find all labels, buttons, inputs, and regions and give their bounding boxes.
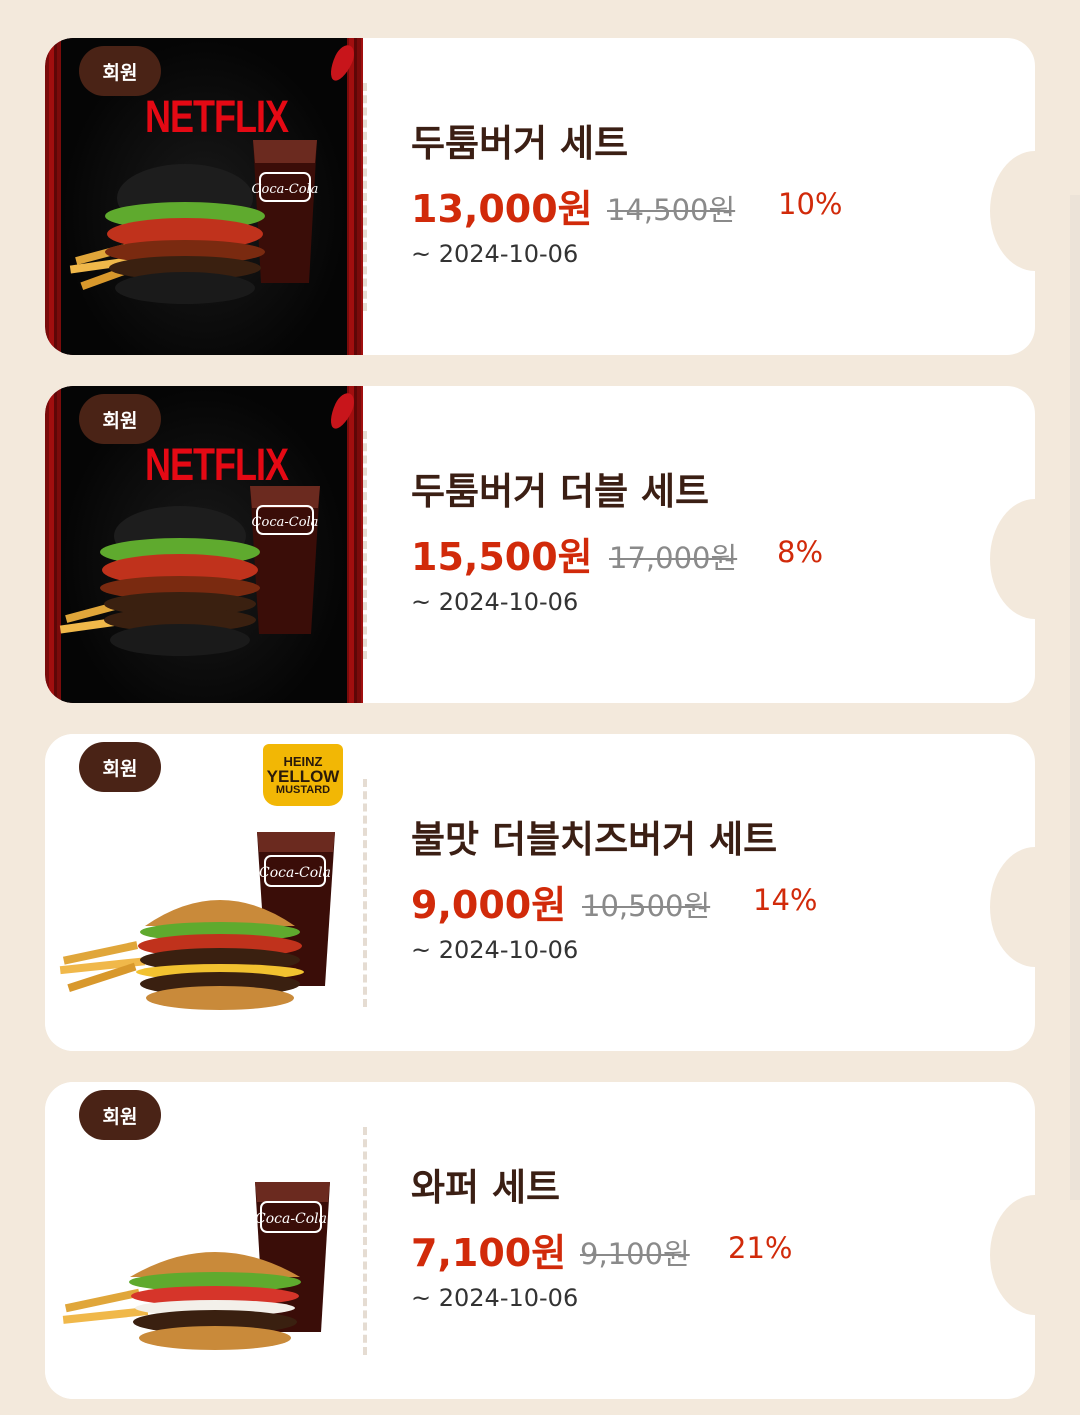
heinz-mustard-logo: HEINZ YELLOW MUSTARD	[263, 744, 343, 806]
sale-price: 13,000원	[411, 187, 593, 231]
ticket-divider	[363, 1127, 367, 1355]
coupon-image: 회원 NETFLIX Coca-Cola	[45, 38, 363, 355]
netflix-logo: NETFLIX	[145, 438, 289, 490]
discount-rate: 8%	[777, 535, 824, 569]
cheeseburger-icon	[136, 900, 304, 1010]
svg-text:Coca-Cola: Coca-Cola	[259, 865, 331, 881]
expiry-date: ~ 2024-10-06	[411, 1284, 579, 1312]
fries-icon	[59, 941, 146, 993]
ticket-divider	[363, 431, 367, 659]
cola-cup-icon: Coca-Cola	[250, 486, 320, 634]
coupon-title: 와퍼 세트	[411, 1166, 561, 1209]
netflix-logo: NETFLIX	[145, 90, 289, 142]
svg-text:Coca-Cola: Coca-Cola	[252, 182, 319, 197]
expiry-date: ~ 2024-10-06	[411, 588, 579, 616]
member-badge: 회원	[79, 394, 161, 444]
expiry-date: ~ 2024-10-06	[411, 936, 579, 964]
sale-price: 9,000원	[411, 883, 567, 927]
coupon-image: 회원 HEINZ YELLOW MUSTARD Coca-Cola	[45, 734, 363, 1051]
black-double-burger-icon	[100, 506, 260, 656]
discount-rate: 14%	[753, 883, 818, 917]
sale-price: 15,500원	[411, 535, 593, 579]
ticket-notch	[990, 151, 1035, 271]
cola-cup-icon: Coca-Cola	[252, 140, 319, 283]
ticket-notch	[990, 499, 1035, 619]
original-price: 10,500원	[582, 889, 711, 923]
coupon-card[interactable]: 회원 Coca-Cola 와퍼 세트 7,100원 9,100원 21% ~ 2…	[45, 1082, 1035, 1399]
ticket-notch	[990, 1195, 1035, 1315]
coupon-image: 회원 Coca-Cola	[45, 1082, 363, 1399]
sale-price: 7,100원	[411, 1231, 567, 1275]
member-badge: 회원	[79, 1090, 161, 1140]
member-badge: 회원	[79, 46, 161, 96]
coupon-title: 두툼버거 더블 세트	[411, 470, 710, 513]
coupon-image: 회원 NETFLIX Coca-Cola	[45, 386, 363, 703]
coupon-card[interactable]: 회원 NETFLIX Coca-Cola	[45, 38, 1035, 355]
coupon-title: 불맛 더블치즈버거 세트	[411, 818, 778, 861]
coupon-card[interactable]: 회원 NETFLIX Coca-Cola	[45, 386, 1035, 703]
coupon-card[interactable]: 회원 HEINZ YELLOW MUSTARD Coca-Cola 불맛 더블치…	[45, 734, 1035, 1051]
coupon-list: 회원 NETFLIX Coca-Cola 두툼버거 세트 13,000원 14,…	[0, 0, 1080, 1415]
member-badge: 회원	[79, 742, 161, 792]
svg-text:Coca-Cola: Coca-Cola	[252, 515, 319, 530]
discount-rate: 21%	[728, 1231, 793, 1265]
original-price: 17,000원	[609, 541, 738, 575]
ticket-divider	[363, 779, 367, 1007]
coupon-title: 두툼버거 세트	[411, 122, 629, 165]
ticket-divider	[363, 83, 367, 311]
original-price: 9,100원	[580, 1237, 690, 1271]
original-price: 14,500원	[607, 193, 736, 227]
whopper-icon	[129, 1252, 301, 1350]
expiry-date: ~ 2024-10-06	[411, 240, 579, 268]
black-burger-icon	[105, 164, 265, 304]
ticket-notch	[990, 847, 1035, 967]
svg-text:Coca-Cola: Coca-Cola	[255, 1211, 327, 1227]
scrollbar[interactable]	[1070, 195, 1080, 1200]
discount-rate: 10%	[778, 187, 843, 221]
